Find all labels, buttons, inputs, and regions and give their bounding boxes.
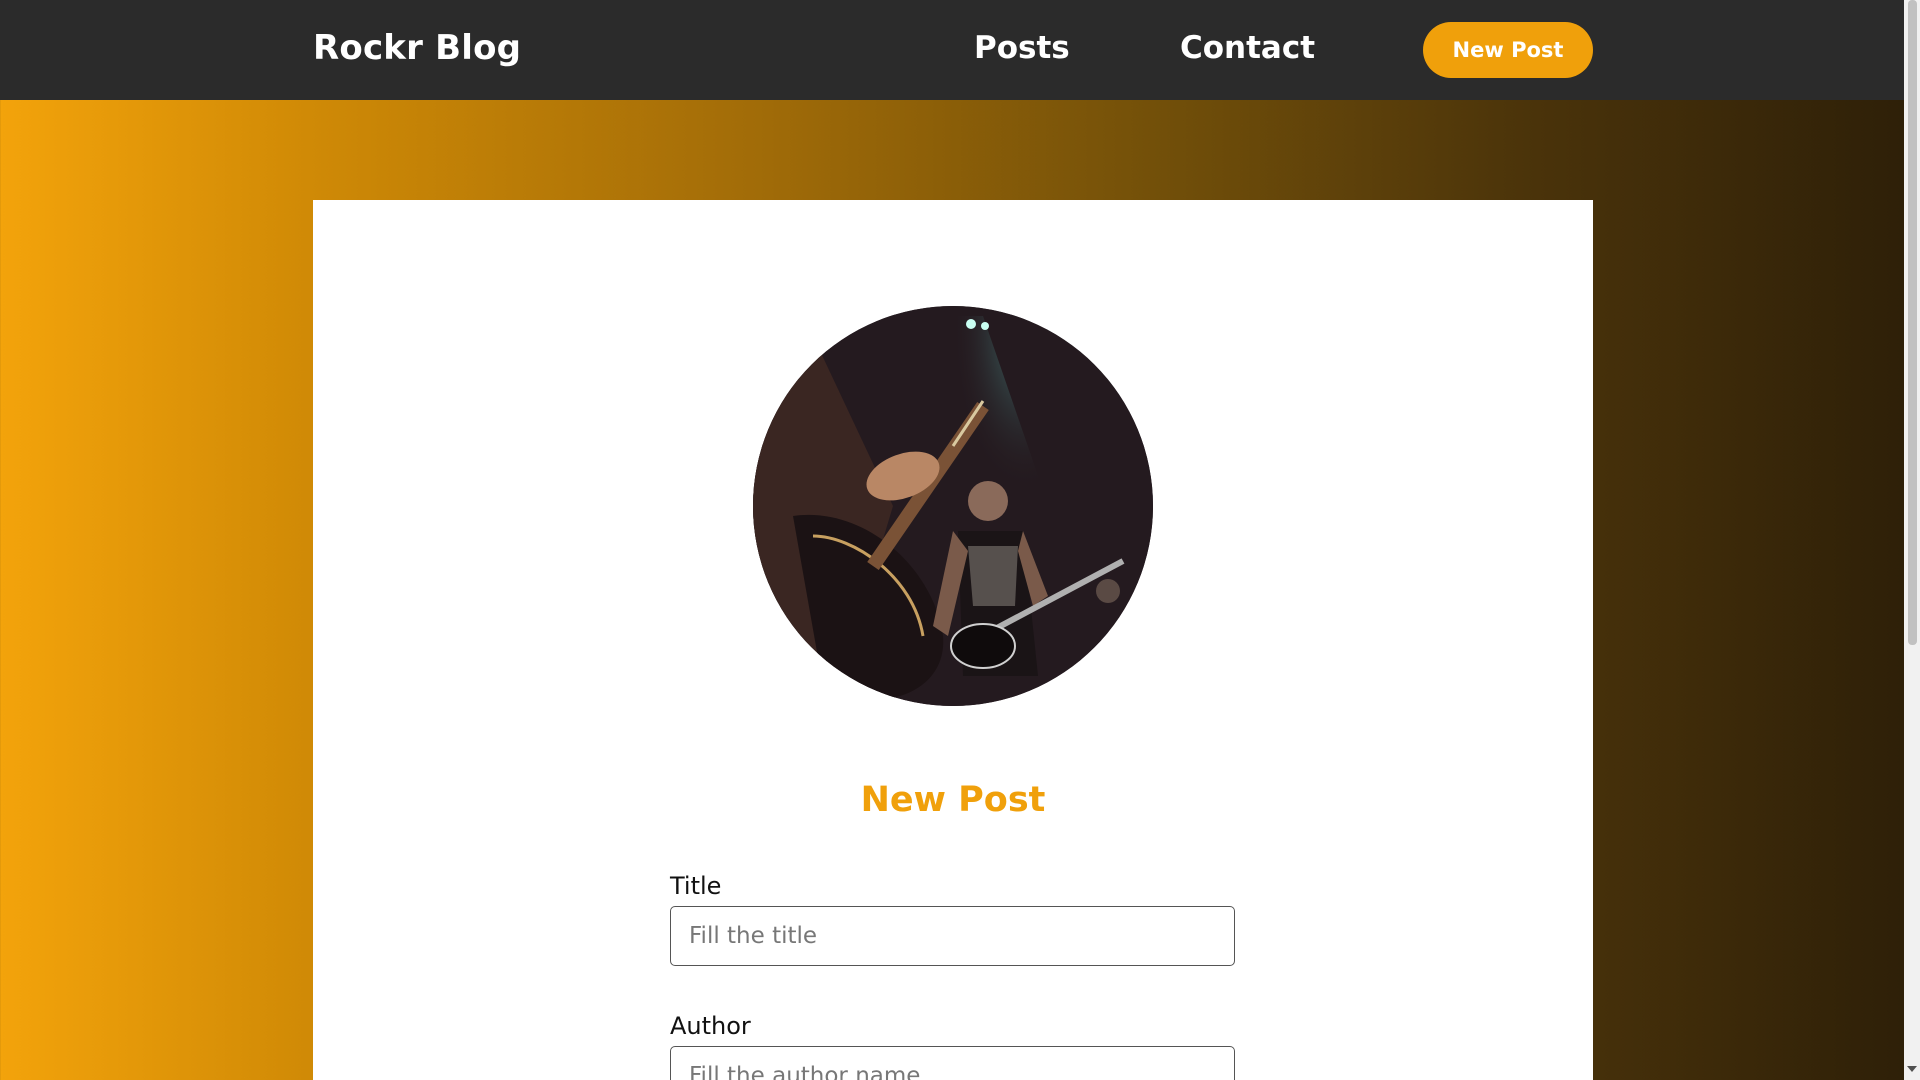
top-navbar: Rockr Blog Posts Contact New Post	[0, 0, 1904, 100]
title-input[interactable]	[670, 906, 1235, 966]
scrollbar-thumb[interactable]	[1908, 0, 1917, 645]
nav-link-contact[interactable]: Contact	[1180, 30, 1315, 66]
nav-link-posts[interactable]: Posts	[974, 30, 1070, 66]
scroll-down-arrow-icon[interactable]	[1907, 1066, 1917, 1072]
page-scrollbar[interactable]	[1904, 0, 1920, 1080]
title-field-label: Title	[670, 872, 722, 900]
concert-photo-illustration	[753, 306, 1153, 706]
hero-image-guitarist	[753, 306, 1153, 706]
new-post-card: New Post Title Author	[313, 200, 1593, 1080]
page-title: New Post	[860, 780, 1046, 820]
author-input[interactable]	[670, 1046, 1235, 1080]
new-post-button[interactable]: New Post	[1423, 22, 1593, 78]
brand-logo-link[interactable]: Rockr Blog	[313, 28, 521, 68]
author-field-label: Author	[670, 1012, 751, 1040]
